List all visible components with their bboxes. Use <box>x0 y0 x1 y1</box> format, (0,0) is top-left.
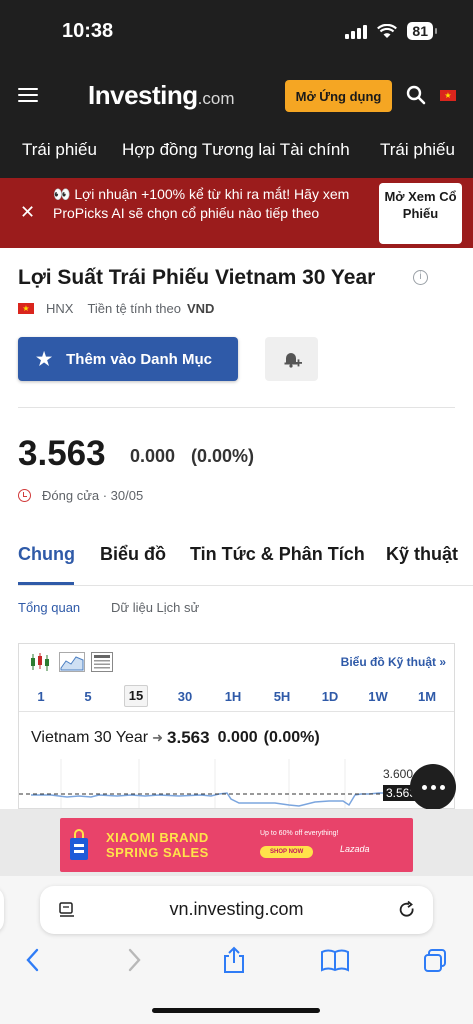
menu-icon[interactable] <box>18 88 38 102</box>
area-chart-icon[interactable] <box>59 652 85 672</box>
chart-toolbar: Biểu đồ Kỹ thuật » <box>19 644 454 680</box>
back-icon[interactable] <box>20 946 46 974</box>
active-tab-indicator <box>18 582 74 585</box>
chart-instrument-name: Vietnam 30 Year <box>31 729 149 746</box>
tab-overview[interactable]: Chung <box>18 544 75 565</box>
ad-brand: Lazada <box>340 844 370 854</box>
cellular-signal-icon <box>345 23 368 39</box>
arrow-right-icon: ➜ <box>152 730 164 745</box>
wifi-icon <box>377 23 398 38</box>
instrument-meta: ★ HNX Tiền tệ tính theo VND <box>18 301 214 316</box>
site-header: Investing.com Mở Ứng dụng ★ <box>0 64 473 126</box>
share-icon[interactable] <box>221 946 247 974</box>
chart-header: Vietnam 30 Year ➜ 3.563 0.000 (0.00%) <box>31 728 326 748</box>
advertisement-banner[interactable]: XIAOMI BRAND SPRING SALES Up to 60% off … <box>60 818 413 872</box>
address-bar[interactable]: vn.investing.com <box>40 886 433 934</box>
tabs-icon[interactable] <box>422 946 448 974</box>
interval-30[interactable]: 30 <box>173 689 197 704</box>
status-time: 10:38 <box>62 20 114 42</box>
chart-change: 0.000 <box>217 729 258 746</box>
clock-icon <box>18 489 31 502</box>
forward-icon[interactable] <box>121 946 147 974</box>
browser-toolbar: vn.investing.com <box>0 876 473 1024</box>
info-icon[interactable]: i <box>413 270 428 285</box>
exchange-label: HNX <box>46 301 74 316</box>
bookmarks-icon[interactable] <box>320 946 350 974</box>
interval-selector: 1 5 15 30 1H 5H 1D 1W 1M <box>19 682 454 712</box>
url-text: vn.investing.com <box>169 899 304 919</box>
last-price: 3.563 <box>18 434 106 473</box>
vietnam-flag-icon: ★ <box>18 303 34 314</box>
subtab-historical-data[interactable]: Dữ liệu Lịch sử <box>111 600 199 615</box>
interval-1h[interactable]: 1H <box>221 689 245 704</box>
currency-value: VND <box>186 301 215 316</box>
price-change-percent: (0.00%) <box>191 446 255 466</box>
tab-technical[interactable]: Kỹ thuật <box>386 544 458 565</box>
interval-1[interactable]: 1 <box>29 689 53 704</box>
bell-plus-icon <box>284 353 302 368</box>
add-alert-button[interactable] <box>265 337 318 381</box>
interval-1d[interactable]: 1D <box>318 689 342 704</box>
ad-title-line2: SPRING SALES <box>106 845 209 860</box>
nav-item-bonds-2[interactable]: Trái phiếu <box>380 140 455 160</box>
subtab-summary[interactable]: Tổng quan <box>18 600 80 615</box>
watchlist-label: Thêm vào Danh Mục <box>66 350 212 368</box>
tab-chart[interactable]: Biểu đồ <box>100 544 166 565</box>
search-icon[interactable] <box>406 85 426 105</box>
interval-5[interactable]: 5 <box>76 689 100 704</box>
ad-title-line1: XIAOMI BRAND <box>106 830 209 845</box>
interval-1w[interactable]: 1W <box>366 689 390 704</box>
market-status: Đóng cửa · 30/05 <box>18 488 143 503</box>
table-view-icon[interactable] <box>91 652 113 672</box>
open-app-button[interactable]: Mở Ứng dụng <box>285 80 392 112</box>
chart-price: 3.563 <box>167 728 210 747</box>
more-options-button[interactable] <box>410 764 456 810</box>
promo-text: 👀 Lợi nhuận +100% kể từ khi ra mắt! Hãy … <box>53 186 350 221</box>
interval-15[interactable]: 15 <box>124 685 148 707</box>
technical-chart-link[interactable]: Biểu đồ Kỹ thuật » <box>341 655 446 669</box>
logo-suffix: .com <box>197 89 235 108</box>
chart-widget: Biểu đồ Kỹ thuật » 1 5 15 30 1H 5H 1D 1W… <box>18 643 455 809</box>
ad-shop-now[interactable]: SHOP NOW <box>260 846 314 858</box>
ad-area: XIAOMI BRAND SPRING SALES Up to 60% off … <box>0 809 473 876</box>
add-to-watchlist-button[interactable]: ★ Thêm vào Danh Mục <box>18 337 238 381</box>
nav-item-financial-futures[interactable]: Hợp đồng Tương lai Tài chính <box>122 140 350 160</box>
ad-title: XIAOMI BRAND SPRING SALES <box>106 830 209 860</box>
vietnam-flag-icon[interactable]: ★ <box>440 90 456 101</box>
site-logo[interactable]: Investing.com <box>88 80 234 111</box>
home-indicator <box>152 1008 320 1013</box>
star-icon: ★ <box>36 348 53 369</box>
shopping-bag-icon <box>70 829 88 860</box>
ad-subtitle: Up to 60% off everything! <box>260 830 339 837</box>
main-tabs: Chung Biểu đồ Tin Tức & Phân Tích Kỹ thu… <box>18 542 473 586</box>
reload-icon[interactable] <box>397 900 417 920</box>
axis-label-top: 3.600 <box>383 767 414 781</box>
logo-main: Investing <box>88 80 198 110</box>
category-nav: Trái phiếu Hợp đồng Tương lai Tài chính … <box>0 126 473 178</box>
interval-1m[interactable]: 1M <box>415 689 439 704</box>
close-status-text: Đóng cửa · 30/05 <box>42 488 144 503</box>
close-icon[interactable]: ✕ <box>20 202 35 223</box>
chart-change-percent: (0.00%) <box>263 729 320 746</box>
battery-indicator: 81 <box>407 22 437 40</box>
page-title: Lợi Suất Trái Phiếu Vietnam 30 Year <box>18 266 376 289</box>
interval-5h[interactable]: 5H <box>270 689 294 704</box>
tab-news-analysis[interactable]: Tin Tức & Phân Tích <box>190 544 365 565</box>
promo-cta-button[interactable]: Mở Xem Cổ Phiếu <box>379 183 462 244</box>
candlestick-chart-icon[interactable] <box>29 652 51 672</box>
price-change: 0.000 <box>130 446 176 466</box>
nav-item-bonds[interactable]: Trái phiếu <box>22 140 97 160</box>
promo-banner: ✕ 👀 Lợi nhuận +100% kể từ khi ra mắt! Hã… <box>0 178 473 248</box>
previous-tab-bar[interactable] <box>0 886 4 934</box>
status-icons: 81 <box>345 22 437 40</box>
currency-label: Tiền tệ tính theo <box>87 301 181 316</box>
browser-nav <box>0 946 473 978</box>
divider <box>18 407 455 408</box>
status-bar: 10:38 81 <box>0 0 473 64</box>
